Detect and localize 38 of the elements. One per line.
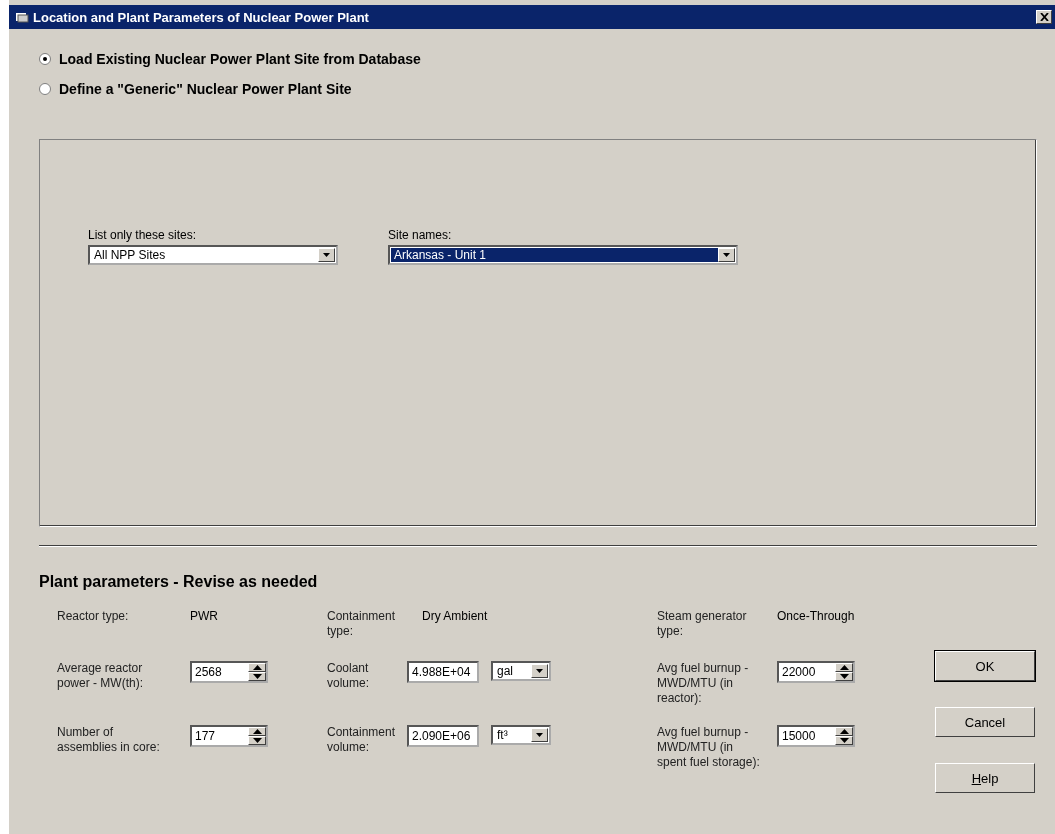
window-icon: [15, 11, 29, 23]
input-field[interactable]: 2.090E+06: [407, 725, 479, 747]
parameter-label: Containment volume:: [327, 725, 397, 755]
parameter-label: Avg fuel burnup - MWD/MTU (in spent fuel storage):: [657, 725, 761, 770]
spin-field[interactable]: 2568: [190, 661, 268, 683]
parameter-label: Reactor type:: [57, 609, 130, 624]
parameter-label: Steam generator type:: [657, 609, 748, 639]
parameter-value: Dry Ambient: [421, 609, 488, 623]
spin-arrows-icon[interactable]: [248, 727, 266, 745]
field-label: List only these sites:: [88, 228, 198, 242]
section-heading: Plant parameters - Revise as needed: [39, 573, 319, 591]
parameter-label: Containment type:: [327, 609, 397, 639]
spin-arrows-icon[interactable]: [835, 663, 853, 681]
radio-button[interactable]: [39, 83, 51, 95]
radio-option[interactable]: Define a "Generic" Nuclear Power Plant Site: [39, 81, 1037, 97]
spin-arrows-icon[interactable]: [835, 727, 853, 745]
spin-field[interactable]: 15000: [777, 725, 855, 747]
field-label: Site names:: [388, 228, 453, 242]
radio-option[interactable]: Load Existing Nuclear Power Plant Site from Database: [39, 51, 1037, 67]
dropdown[interactable]: Arkansas - Unit 1: [388, 245, 738, 265]
parameter-value: PWR: [189, 609, 218, 623]
radio-button[interactable]: [39, 53, 51, 65]
unit-dropdown[interactable]: gal: [491, 661, 551, 681]
parameter-label: Number of assemblies in core:: [57, 725, 161, 755]
input-field[interactable]: 4.988E+04: [407, 661, 479, 683]
spin-field[interactable]: 22000: [777, 661, 855, 683]
parameter-label: Average reactor power - MW(th):: [57, 661, 144, 691]
parameter-value: Once-Through: [776, 609, 855, 623]
unit-dropdown[interactable]: ft³: [491, 725, 551, 745]
spin-field[interactable]: 177: [190, 725, 268, 747]
dialog-button[interactable]: OK: [935, 651, 1035, 681]
dialog-button[interactable]: Help: [935, 763, 1035, 793]
spin-arrows-icon[interactable]: [248, 663, 266, 681]
window-title: Location and Plant Parameters of Nuclear Power Plant: [33, 9, 370, 25]
dropdown[interactable]: All NPP Sites: [88, 245, 338, 265]
dialog-button[interactable]: Cancel: [935, 707, 1035, 737]
parameter-label: Coolant volume:: [327, 661, 371, 691]
parameter-label: Avg fuel burnup - MWD/MTU (in reactor):: [657, 661, 750, 706]
